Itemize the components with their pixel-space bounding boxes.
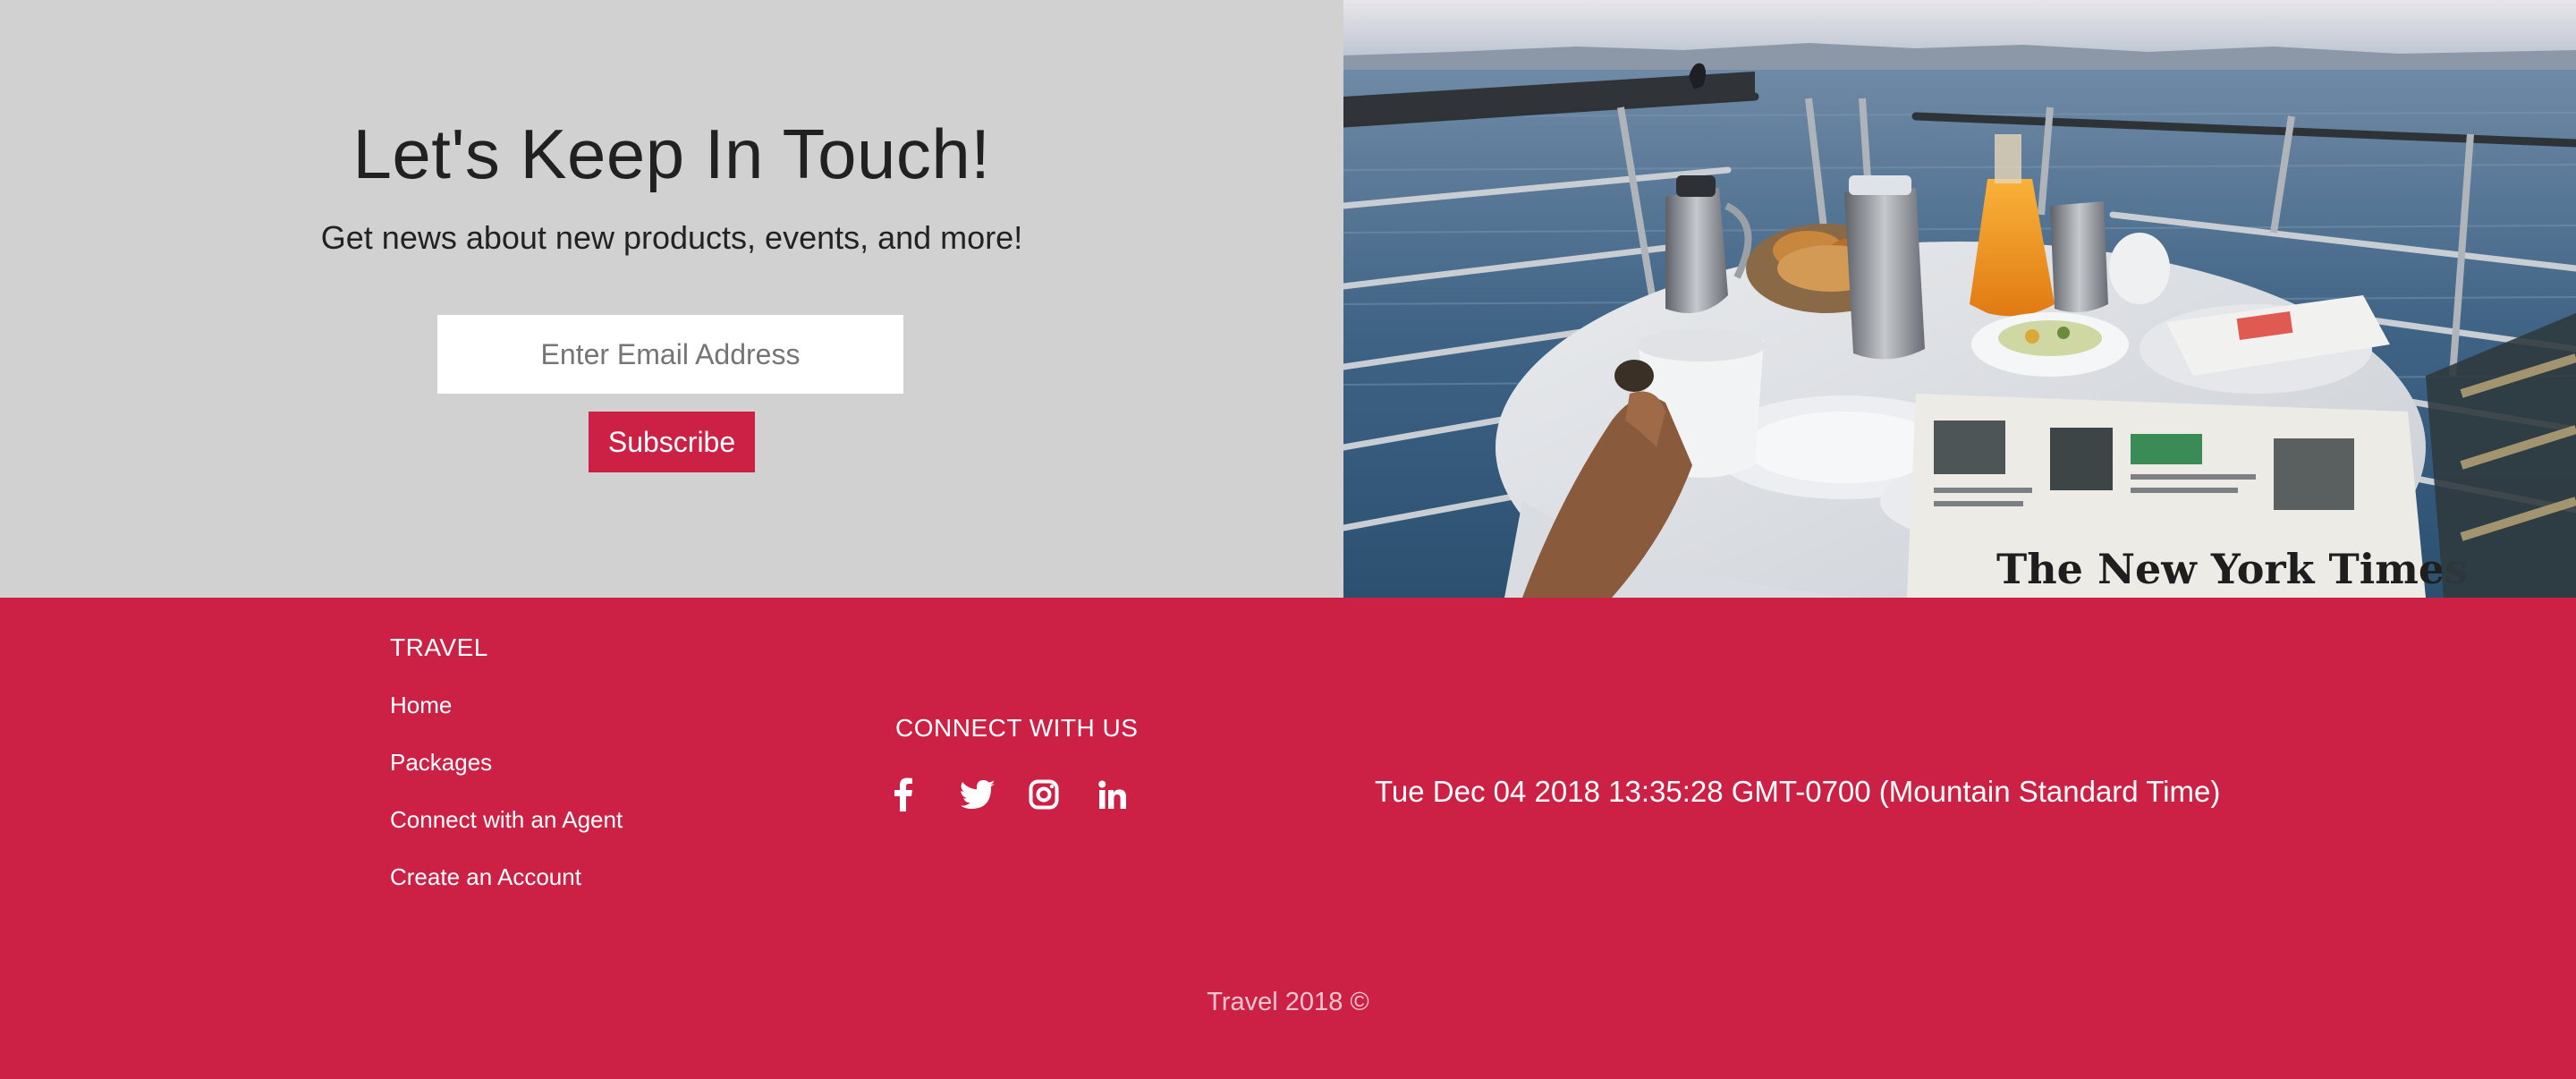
footer-connect-title: CONNECT WITH US bbox=[895, 714, 1139, 742]
newsletter-section: Let's Keep In Touch! Get news about new … bbox=[0, 0, 2576, 598]
current-datetime: Tue Dec 04 2018 13:35:28 GMT-0700 (Mount… bbox=[1375, 775, 2221, 808]
footer-link-create-account[interactable]: Create an Account bbox=[390, 863, 581, 891]
breakfast-photo: The New York Times bbox=[1343, 0, 2576, 598]
copyright-text: Travel 2018 © bbox=[1207, 988, 1369, 1016]
footer-link-packages[interactable]: Packages bbox=[390, 749, 492, 777]
site-footer: TRAVEL Home Packages Connect with an Age… bbox=[0, 598, 2576, 1079]
twitter-icon[interactable] bbox=[960, 777, 996, 812]
footer-link-home[interactable]: Home bbox=[390, 692, 452, 719]
subscribe-button[interactable]: Subscribe bbox=[589, 412, 755, 472]
newsletter-title: Let's Keep In Touch! bbox=[352, 115, 991, 193]
newsletter-panel: Let's Keep In Touch! Get news about new … bbox=[0, 0, 1343, 598]
instagram-icon[interactable] bbox=[1026, 777, 1062, 812]
email-input[interactable] bbox=[437, 315, 903, 394]
footer-travel-title: TRAVEL bbox=[390, 633, 488, 661]
svg-text:The New York Times: The New York Times bbox=[1996, 545, 2468, 593]
footer-link-connect-agent[interactable]: Connect with an Agent bbox=[390, 806, 623, 834]
newsletter-subtitle: Get news about new products, events, and… bbox=[320, 219, 1023, 256]
linkedin-icon[interactable] bbox=[1095, 777, 1131, 812]
facebook-icon[interactable] bbox=[886, 777, 921, 812]
